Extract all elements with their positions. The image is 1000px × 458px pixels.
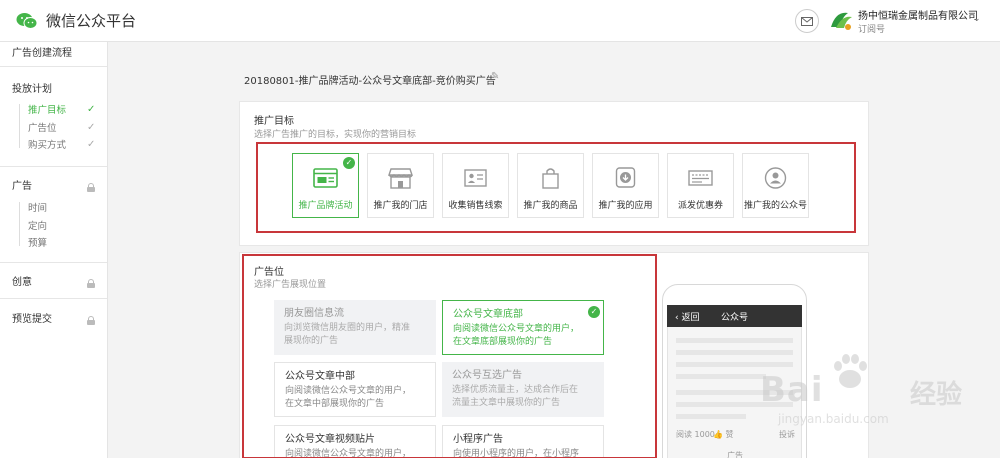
watermark-name: 经验 [910, 380, 963, 410]
mail-icon [801, 16, 813, 26]
like-count: 👍 赞 [713, 430, 734, 439]
highlight-box [242, 254, 657, 458]
baidu-watermark: Bai 经验 jingyan.baidu.com [760, 352, 990, 432]
paw-icon [834, 354, 867, 388]
app-title: 微信公众平台 [46, 12, 137, 30]
highlight-box [256, 142, 856, 233]
plan-title: 20180801-推广品牌活动-公众号文章底部-竞价购买广告 [244, 76, 496, 87]
sidebar-divider [0, 166, 107, 167]
wechat-logo-icon [16, 12, 38, 29]
sidebar-divider [0, 66, 107, 67]
watermark-url: jingyan.baidu.com [778, 412, 889, 426]
goal-section-subtitle: 选择广告推广的目标，实现你的营销目标 [254, 130, 417, 140]
read-count: 阅读 1000 [676, 430, 715, 439]
sidebar-section-plan[interactable]: 投放计划 [0, 78, 107, 102]
lock-icon [87, 316, 95, 325]
sidebar-tree-line [19, 202, 20, 246]
phone-nav-bar: ‹ 返回 公众号 [667, 305, 802, 327]
sidebar-item-time[interactable]: 时间 [28, 202, 47, 216]
text-placeholder [676, 374, 766, 379]
pencil-icon[interactable]: ✎ [491, 71, 499, 82]
text-placeholder [676, 414, 746, 419]
sidebar-item-targeting[interactable]: 定向 [28, 220, 47, 234]
sidebar-item-goal[interactable]: 推广目标 [28, 104, 66, 118]
check-icon: ✓ [87, 122, 96, 133]
lock-icon [87, 183, 95, 192]
sidebar-tree-line [19, 104, 20, 148]
sidebar-divider [0, 298, 107, 299]
account-name[interactable]: 扬中恒瑞金属制品有限公司 [858, 7, 978, 22]
goal-section-title: 推广目标 [254, 116, 294, 127]
sidebar-item-position[interactable]: 广告位 [28, 122, 57, 136]
sidebar-item-purchase[interactable]: 购买方式 [28, 139, 66, 153]
sidebar-divider [0, 262, 107, 263]
phone-title: 公众号 [720, 313, 748, 323]
check-icon: ✓ [87, 104, 96, 115]
sidebar: 广告创建流程 投放计划 推广目标 ✓ 广告位 ✓ 购买方式 ✓ 广告 时间 定向… [0, 42, 108, 458]
thumb-up-icon: 👍 [713, 430, 723, 439]
top-bar: 微信公众平台 扬中恒瑞金属制品有限公司 订阅号 ⌄ [0, 0, 1000, 42]
ad-label: 广告 [727, 451, 743, 458]
lock-icon [87, 279, 95, 288]
account-type: 订阅号 [858, 25, 886, 35]
sidebar-header: 广告创建流程 [12, 48, 72, 59]
account-avatar[interactable] [828, 7, 854, 33]
watermark-brand: Bai [760, 370, 824, 410]
logo[interactable]: 微信公众平台 [16, 10, 136, 31]
mail-button[interactable] [795, 9, 819, 33]
chevron-down-icon[interactable]: ⌄ [973, 14, 981, 24]
sidebar-item-budget[interactable]: 预算 [28, 237, 47, 251]
check-icon: ✓ [87, 139, 96, 150]
text-placeholder [676, 338, 793, 343]
